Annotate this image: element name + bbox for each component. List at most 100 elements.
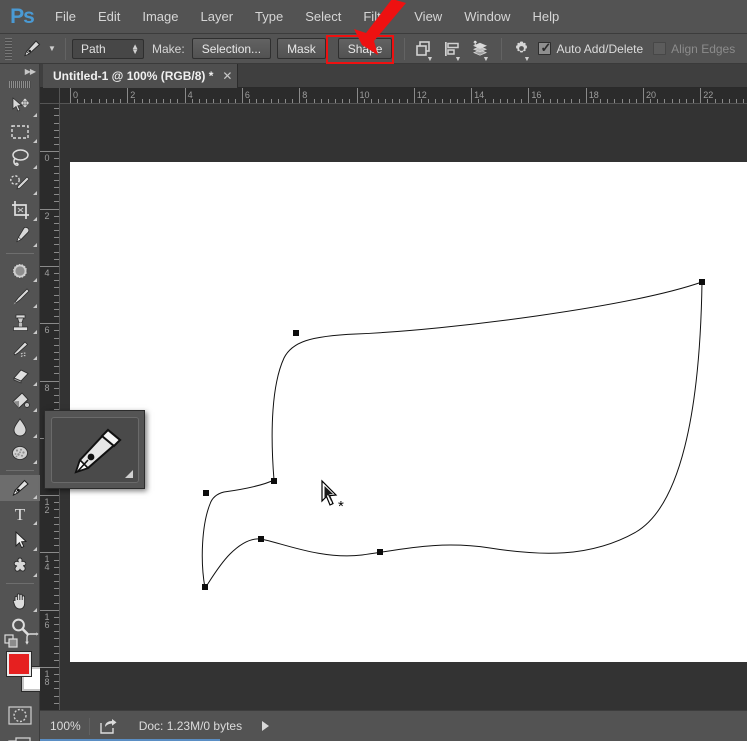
menu-type[interactable]: Type <box>244 0 294 34</box>
color-swatch-area <box>0 632 46 698</box>
artboard[interactable] <box>70 162 747 662</box>
ruler-tick <box>40 323 59 325</box>
zoom-level-field[interactable]: 100% <box>40 719 89 733</box>
path-anchor-point[interactable] <box>377 549 383 555</box>
path-operations-icon[interactable]: ▼ <box>411 36 437 63</box>
menu-image[interactable]: Image <box>131 0 189 34</box>
menu-help[interactable]: Help <box>521 0 570 34</box>
make-shape-button[interactable]: Shape <box>337 38 393 59</box>
path-anchor-point[interactable] <box>293 330 299 336</box>
pen-tool-icon[interactable] <box>17 37 45 61</box>
path-anchor-point[interactable] <box>203 490 209 496</box>
quick-selection-tool[interactable] <box>0 171 40 197</box>
vertical-ruler[interactable]: 2024681012141618 <box>40 104 60 710</box>
pen-tool[interactable] <box>0 475 40 501</box>
ruler-tick <box>40 208 59 210</box>
gradient-tool[interactable] <box>0 388 40 414</box>
ruler-tick <box>585 88 587 103</box>
ruler-tick <box>241 88 243 103</box>
marquee-tool[interactable] <box>0 119 40 145</box>
spot-healing-tool[interactable] <box>0 258 40 284</box>
ruler-tick <box>40 552 59 554</box>
ruler-label: 0 <box>44 153 50 164</box>
tools-panel-collapse[interactable]: ▶▶ <box>0 64 39 78</box>
eraser-tool[interactable] <box>0 362 40 388</box>
tools-panel: ▶▶ T <box>0 64 46 741</box>
options-bar-grip[interactable] <box>3 37 15 60</box>
swap-colors-icon[interactable] <box>24 632 40 653</box>
ruler-label: 12 <box>44 497 50 516</box>
flyout-triangle-icon <box>33 408 37 412</box>
make-selection-button[interactable]: Selection... <box>191 38 272 59</box>
menu-filter[interactable]: Filter <box>352 0 403 34</box>
path-mode-select[interactable]: Path ▲ ▼ <box>72 38 144 59</box>
menu-view[interactable]: View <box>403 0 453 34</box>
menu-layer[interactable]: Layer <box>190 0 245 34</box>
tools-panel-grip[interactable] <box>8 81 31 88</box>
ruler-tick <box>70 88 71 103</box>
ruler-label: 4 <box>44 267 50 278</box>
ruler-label: 6 <box>44 325 50 336</box>
flyout-triangle-icon <box>33 217 37 221</box>
menu-file[interactable]: File <box>44 0 87 34</box>
eyedropper-tool[interactable] <box>0 223 40 249</box>
toolbar-divider-2 <box>5 470 34 471</box>
chevron-down-icon: ▼ <box>523 55 531 63</box>
flyout-triangle-icon <box>124 469 133 478</box>
svg-text:T: T <box>15 505 26 524</box>
lasso-tool[interactable] <box>0 145 40 171</box>
menu-select[interactable]: Select <box>294 0 352 34</box>
path-anchor-point[interactable] <box>271 478 277 484</box>
align-edges-label: Align Edges <box>671 41 736 56</box>
path-anchor-point[interactable] <box>258 536 264 542</box>
double-chevron-right-icon[interactable]: ▶▶ <box>25 67 36 76</box>
auto-add-delete-label: Auto Add/Delete <box>556 41 644 56</box>
horizontal-ruler[interactable]: 0 2 4 6 8 10 12 14 16 18 20 22 <box>60 88 747 104</box>
quick-mask-button[interactable] <box>0 702 40 728</box>
photoshop-logo: Ps <box>10 4 35 28</box>
share-export-icon[interactable] <box>90 718 127 734</box>
crop-tool[interactable] <box>0 197 40 223</box>
gear-icon[interactable]: ▼ <box>508 36 534 63</box>
pen-tool-flyout-inner[interactable] <box>50 416 139 483</box>
dodge-tool[interactable] <box>0 440 40 466</box>
make-mask-button[interactable]: Mask <box>277 38 326 59</box>
history-brush-tool[interactable] <box>0 336 40 362</box>
brush-tool[interactable] <box>0 284 40 310</box>
path-anchor-point[interactable] <box>699 279 705 285</box>
ruler-tick <box>528 88 530 103</box>
tool-preset-chevron-down-icon[interactable]: ▼ <box>45 37 59 61</box>
flyout-triangle-icon <box>33 113 37 117</box>
path-arrangement-icon[interactable]: ▼ <box>467 36 493 63</box>
pen-tool-flyout-popup[interactable] <box>44 410 145 489</box>
custom-shape-tool[interactable] <box>0 553 40 579</box>
flyout-triangle-icon <box>33 278 37 282</box>
ruler-tick <box>40 265 59 267</box>
foreground-color-swatch[interactable] <box>7 652 31 676</box>
vector-path <box>201 281 703 590</box>
document-tab[interactable]: Untitled-1 @ 100% (RGB/8) * ✕ <box>43 64 239 88</box>
canvas-area[interactable]: * <box>60 104 747 710</box>
path-alignment-icon[interactable]: ▼ <box>439 36 465 63</box>
path-anchor-point[interactable] <box>202 584 208 590</box>
blur-tool[interactable] <box>0 414 40 440</box>
flyout-triangle-icon <box>33 521 37 525</box>
menu-edit[interactable]: Edit <box>87 0 131 34</box>
close-icon[interactable]: ✕ <box>222 69 232 83</box>
triangle-right-icon[interactable] <box>262 721 270 731</box>
auto-add-delete-checkbox[interactable] <box>538 40 552 56</box>
hand-tool[interactable] <box>0 588 40 614</box>
pen-nib-icon-large <box>73 428 122 474</box>
move-tool[interactable] <box>0 93 40 119</box>
svg-text:*: * <box>338 498 344 513</box>
type-tool[interactable]: T <box>0 501 40 527</box>
ruler-corner[interactable] <box>40 88 60 104</box>
menu-window[interactable]: Window <box>453 0 521 34</box>
clone-stamp-tool[interactable] <box>0 310 40 336</box>
ruler-tick <box>127 88 129 103</box>
auto-add-delete-checkbox-row[interactable]: Auto Add/Delete <box>538 40 644 56</box>
chevron-down-icon: ▼ <box>426 55 434 63</box>
path-selection-tool[interactable] <box>0 527 40 553</box>
document-tab-title: Untitled-1 @ 100% (RGB/8) * <box>53 69 214 83</box>
screen-mode-button[interactable] <box>0 734 40 741</box>
